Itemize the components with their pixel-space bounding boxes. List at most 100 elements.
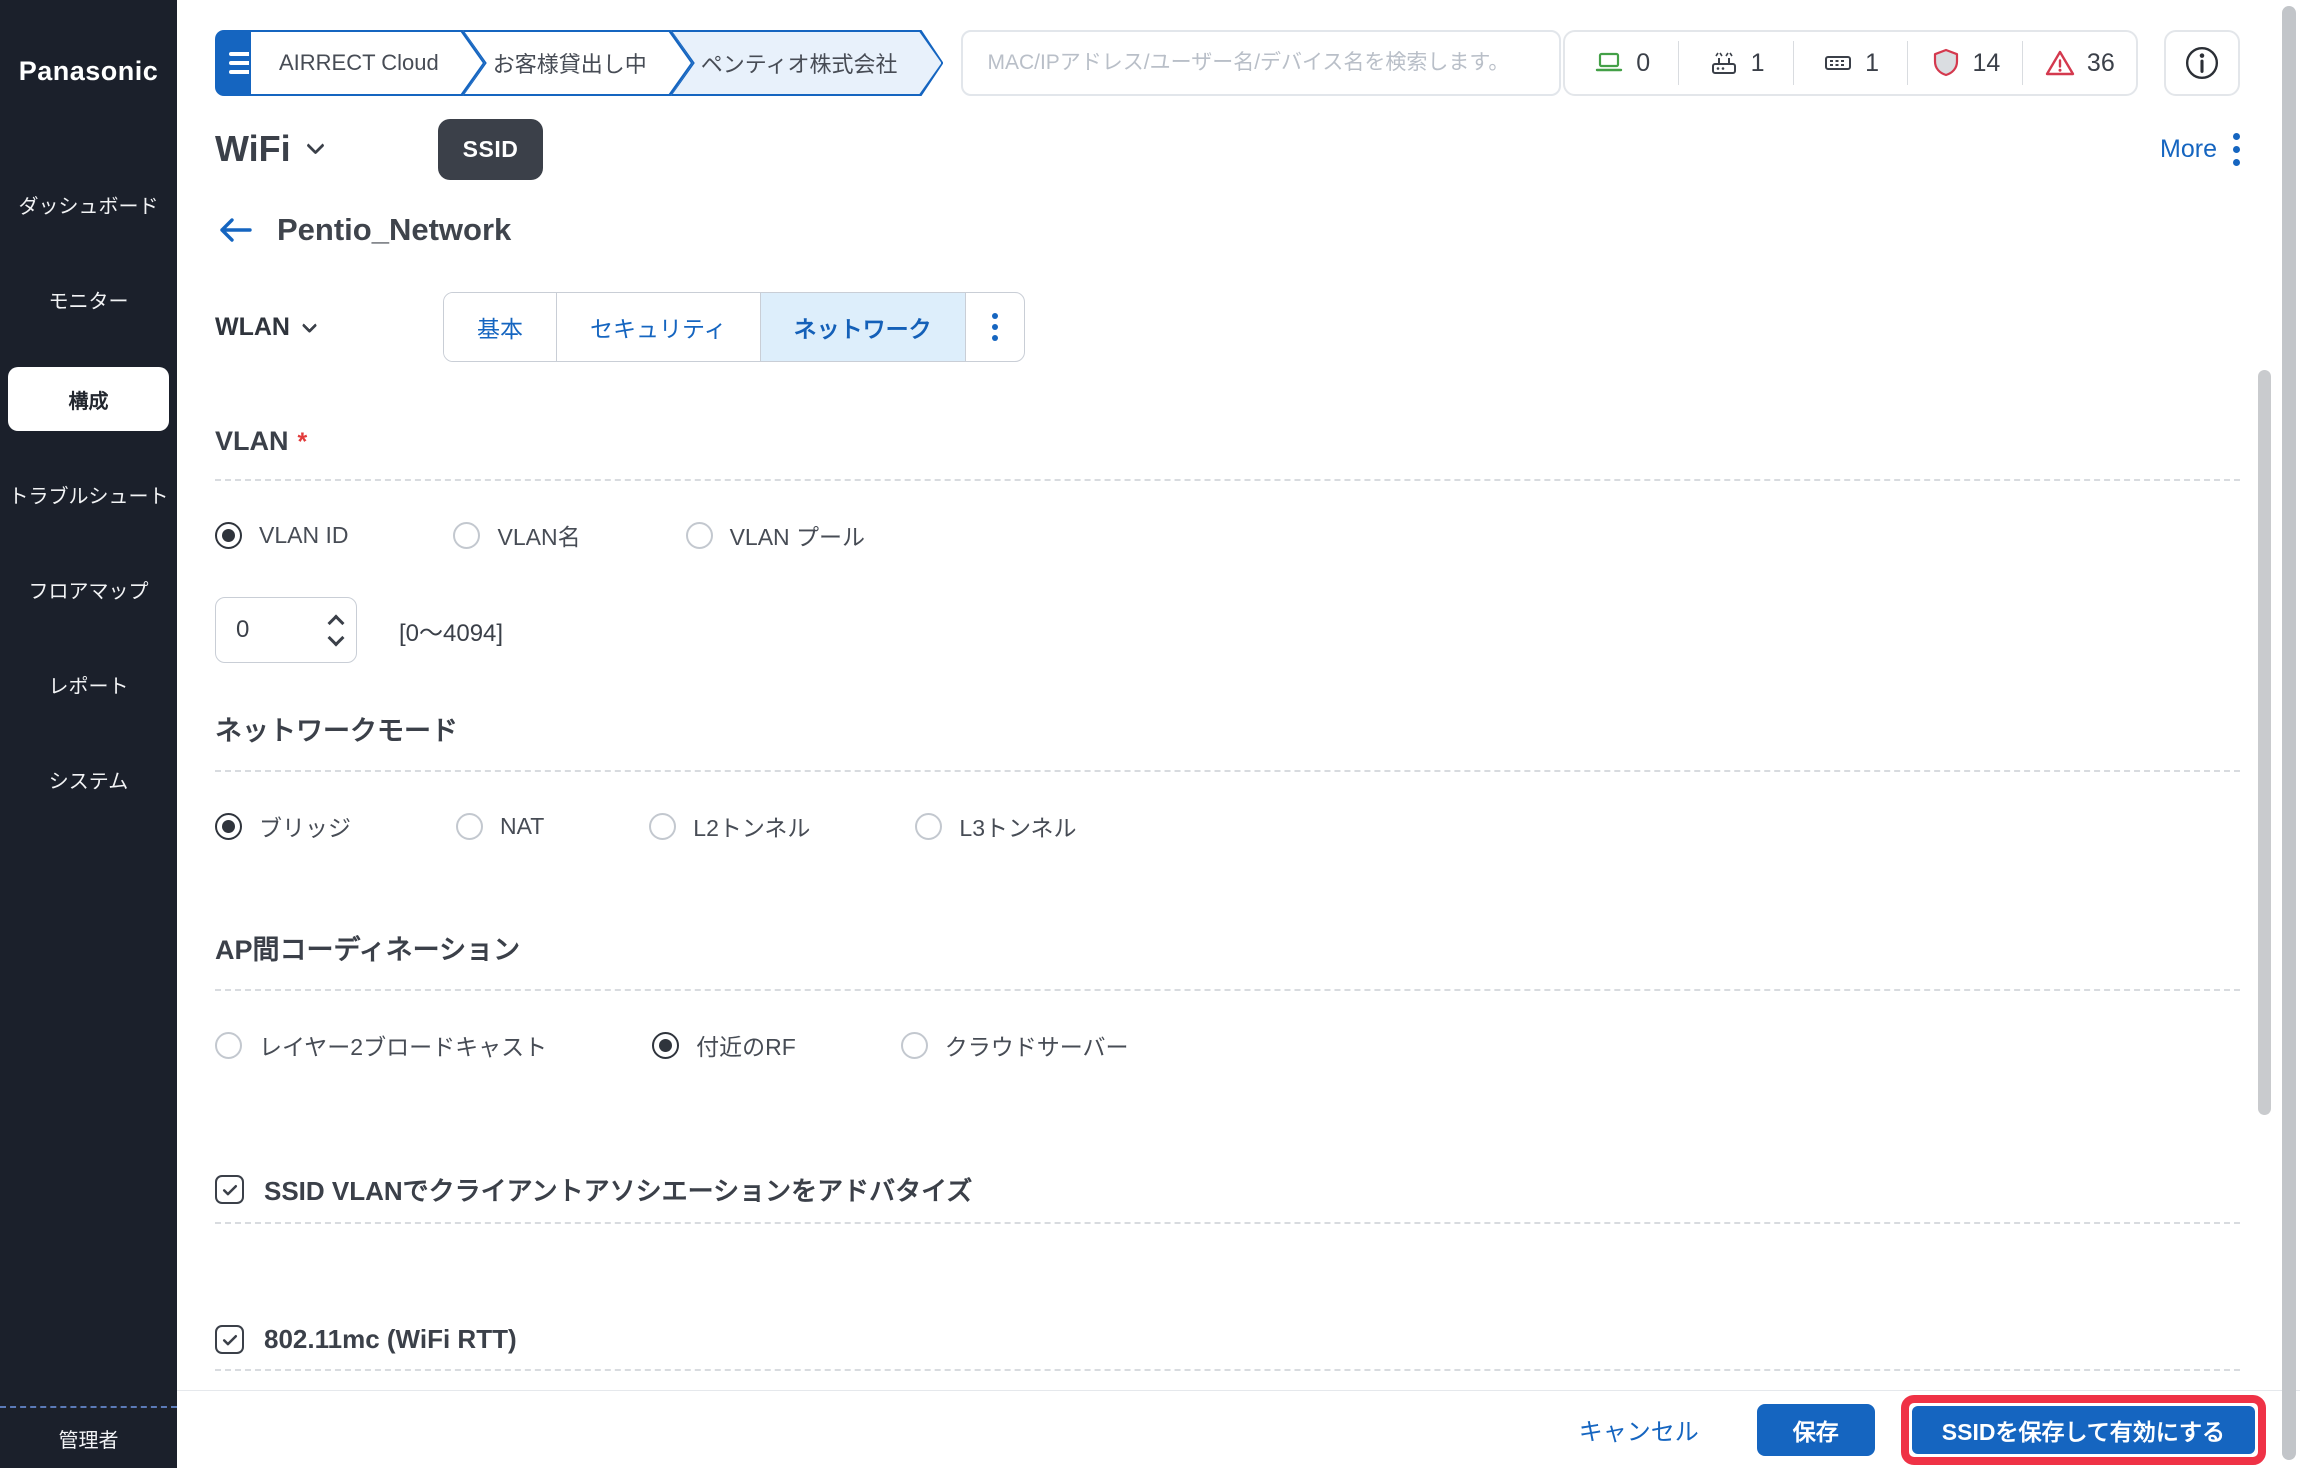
info-button[interactable]: [2164, 30, 2240, 96]
radio-vlan-name[interactable]: VLAN名: [453, 518, 580, 552]
back-button[interactable]: [215, 214, 255, 246]
page-scrollbar-thumb[interactable]: [2282, 6, 2296, 1460]
radio-l3-tunnel[interactable]: L3トンネル: [915, 809, 1076, 843]
breadcrumb-label: お客様貸出し中: [493, 47, 647, 79]
checkbox-label: 802.11mc (WiFi RTT): [264, 1324, 517, 1355]
status-switches[interactable]: 1: [1794, 41, 1908, 85]
status-security[interactable]: 14: [1908, 41, 2022, 85]
sidebar-item-dashboard[interactable]: ダッシュボード: [8, 183, 169, 225]
sidebar-item-report[interactable]: レポート: [8, 663, 169, 705]
switch-count: 1: [1865, 49, 1879, 78]
section-divider: [215, 989, 2240, 991]
stepper-up-icon[interactable]: [328, 614, 345, 631]
radio-button: [686, 522, 713, 549]
radio-nat[interactable]: NAT: [456, 813, 544, 840]
footer-action-bar: キャンセル 保存 SSIDを保存して有効にする: [177, 1390, 2300, 1468]
radio-bridge[interactable]: ブリッジ: [215, 809, 351, 843]
section-divider: [215, 770, 2240, 772]
wlan-tabs: 基本 セキュリティ ネットワーク: [443, 292, 1025, 362]
radio-nearby-rf[interactable]: 付近のRF: [652, 1028, 796, 1062]
breadcrumb-label: ペンティオ株式会社: [701, 47, 898, 79]
number-stepper: [330, 617, 342, 644]
airrect-cloud-app: Panasonic ダッシュボード モニター 構成 トラブルシュート フロアマッ…: [0, 0, 2300, 1468]
radio-layer2-broadcast[interactable]: レイヤー2ブロードキャスト: [215, 1028, 547, 1062]
radio-button: [915, 813, 942, 840]
wlan-label: WLAN: [215, 313, 290, 342]
status-clients[interactable]: 0: [1565, 41, 1679, 85]
radio-label: クラウドサーバー: [945, 1028, 1129, 1062]
back-arrow-icon: [215, 214, 255, 246]
radio-vlan-id[interactable]: VLAN ID: [215, 522, 348, 549]
cancel-button[interactable]: キャンセル: [1579, 1412, 1699, 1447]
tab-basic[interactable]: 基本: [444, 293, 557, 361]
switch-icon: [1822, 47, 1854, 79]
main-content: AIRRECT Cloud お客様貸出し中 ペンティオ株式会社 0: [177, 0, 2300, 1468]
sidebar-item-monitor[interactable]: モニター: [8, 278, 169, 320]
stepper-down-icon[interactable]: [328, 629, 345, 646]
tab-security[interactable]: セキュリティ: [557, 293, 761, 361]
status-access-points[interactable]: 1: [1679, 41, 1793, 85]
vlan-type-radio-group: VLAN ID VLAN名 VLAN プール: [215, 519, 2240, 551]
save-button[interactable]: 保存: [1757, 1404, 1875, 1456]
radio-button: [456, 813, 483, 840]
sidebar-item-system[interactable]: システム: [8, 758, 169, 800]
radio-button: [901, 1032, 928, 1059]
section-divider: [215, 1222, 2240, 1224]
radio-vlan-pool[interactable]: VLAN プール: [686, 518, 865, 552]
sidebar-item-floormap[interactable]: フロアマップ: [8, 568, 169, 610]
radio-button: [215, 1032, 242, 1059]
vertical-ellipsis-icon: [2233, 133, 2240, 140]
radio-label: ブリッジ: [259, 809, 351, 843]
vlan-id-input[interactable]: [216, 616, 298, 644]
save-and-activate-ssid-button[interactable]: SSIDを保存して有効にする: [1912, 1406, 2255, 1454]
radio-label: 付近のRF: [696, 1028, 796, 1062]
more-menu-button[interactable]: More: [2160, 135, 2240, 164]
chevron-down-icon: [306, 136, 324, 154]
radio-label: VLAN名: [497, 518, 580, 552]
content-scrollbar-thumb[interactable]: [2258, 370, 2271, 1115]
radio-label: L3トンネル: [959, 809, 1076, 843]
network-title-row: Pentio_Network: [215, 208, 2240, 252]
vlan-id-input-row: [0〜4094]: [215, 597, 2240, 663]
red-highlight-annotation: SSIDを保存して有効にする: [1901, 1395, 2266, 1465]
tab-overflow-menu[interactable]: [966, 293, 1024, 361]
wifi-dropdown[interactable]: WiFi: [215, 128, 322, 170]
sidebar-item-troubleshoot[interactable]: トラブルシュート: [8, 473, 169, 515]
radio-button: [453, 522, 480, 549]
laptop-icon: [1593, 47, 1625, 79]
tab-network[interactable]: ネットワーク: [761, 293, 966, 361]
vlan-id-input-box: [215, 597, 357, 663]
clients-count: 0: [1636, 49, 1650, 78]
page-title: WiFi: [215, 128, 291, 170]
checkbox-label: SSID VLANでクライアントアソシエーションをアドバタイズ: [264, 1171, 972, 1208]
panasonic-logo: Panasonic: [0, 56, 177, 87]
breadcrumb-item-organization[interactable]: ペンティオ株式会社: [671, 30, 944, 96]
more-label: More: [2160, 135, 2217, 164]
wifi-rtt-checkbox[interactable]: [215, 1325, 244, 1354]
access-point-icon: [1708, 47, 1740, 79]
breadcrumb-label: AIRRECT Cloud: [279, 50, 439, 76]
admin-role-button[interactable]: 管理者: [0, 1406, 177, 1468]
search-input[interactable]: [961, 30, 1561, 96]
network-mode-heading: ネットワークモード: [215, 709, 2240, 748]
radio-button: [215, 813, 242, 840]
radio-cloud-server[interactable]: クラウドサーバー: [901, 1028, 1129, 1062]
ap-coordination-radio-group: レイヤー2ブロードキャスト 付近のRF クラウドサーバー: [215, 1029, 2240, 1061]
radio-label: VLAN ID: [259, 522, 348, 549]
chevron-down-icon: [302, 317, 318, 333]
network-mode-heading-text: ネットワークモード: [215, 709, 458, 748]
breadcrumb-item-cloud[interactable]: AIRRECT Cloud: [249, 30, 485, 96]
ssid-badge: SSID: [438, 119, 544, 180]
radio-label: L2トンネル: [693, 809, 810, 843]
warning-triangle-icon: [2044, 47, 2076, 79]
advertise-client-association-checkbox[interactable]: [215, 1175, 244, 1204]
radio-l2-tunnel[interactable]: L2トンネル: [649, 809, 810, 843]
breadcrumb-item-tenant[interactable]: お客様貸出し中: [463, 30, 693, 96]
sidebar-item-configuration[interactable]: 構成: [8, 367, 169, 431]
info-icon: [2183, 44, 2221, 82]
radio-label: レイヤー2ブロードキャスト: [259, 1028, 547, 1062]
alert-count: 36: [2087, 49, 2115, 78]
status-alerts[interactable]: 36: [2023, 41, 2136, 85]
sidebar-nav: ダッシュボード モニター 構成 トラブルシュート フロアマップ レポート システ…: [0, 183, 177, 800]
wlan-dropdown[interactable]: WLAN: [215, 313, 315, 342]
